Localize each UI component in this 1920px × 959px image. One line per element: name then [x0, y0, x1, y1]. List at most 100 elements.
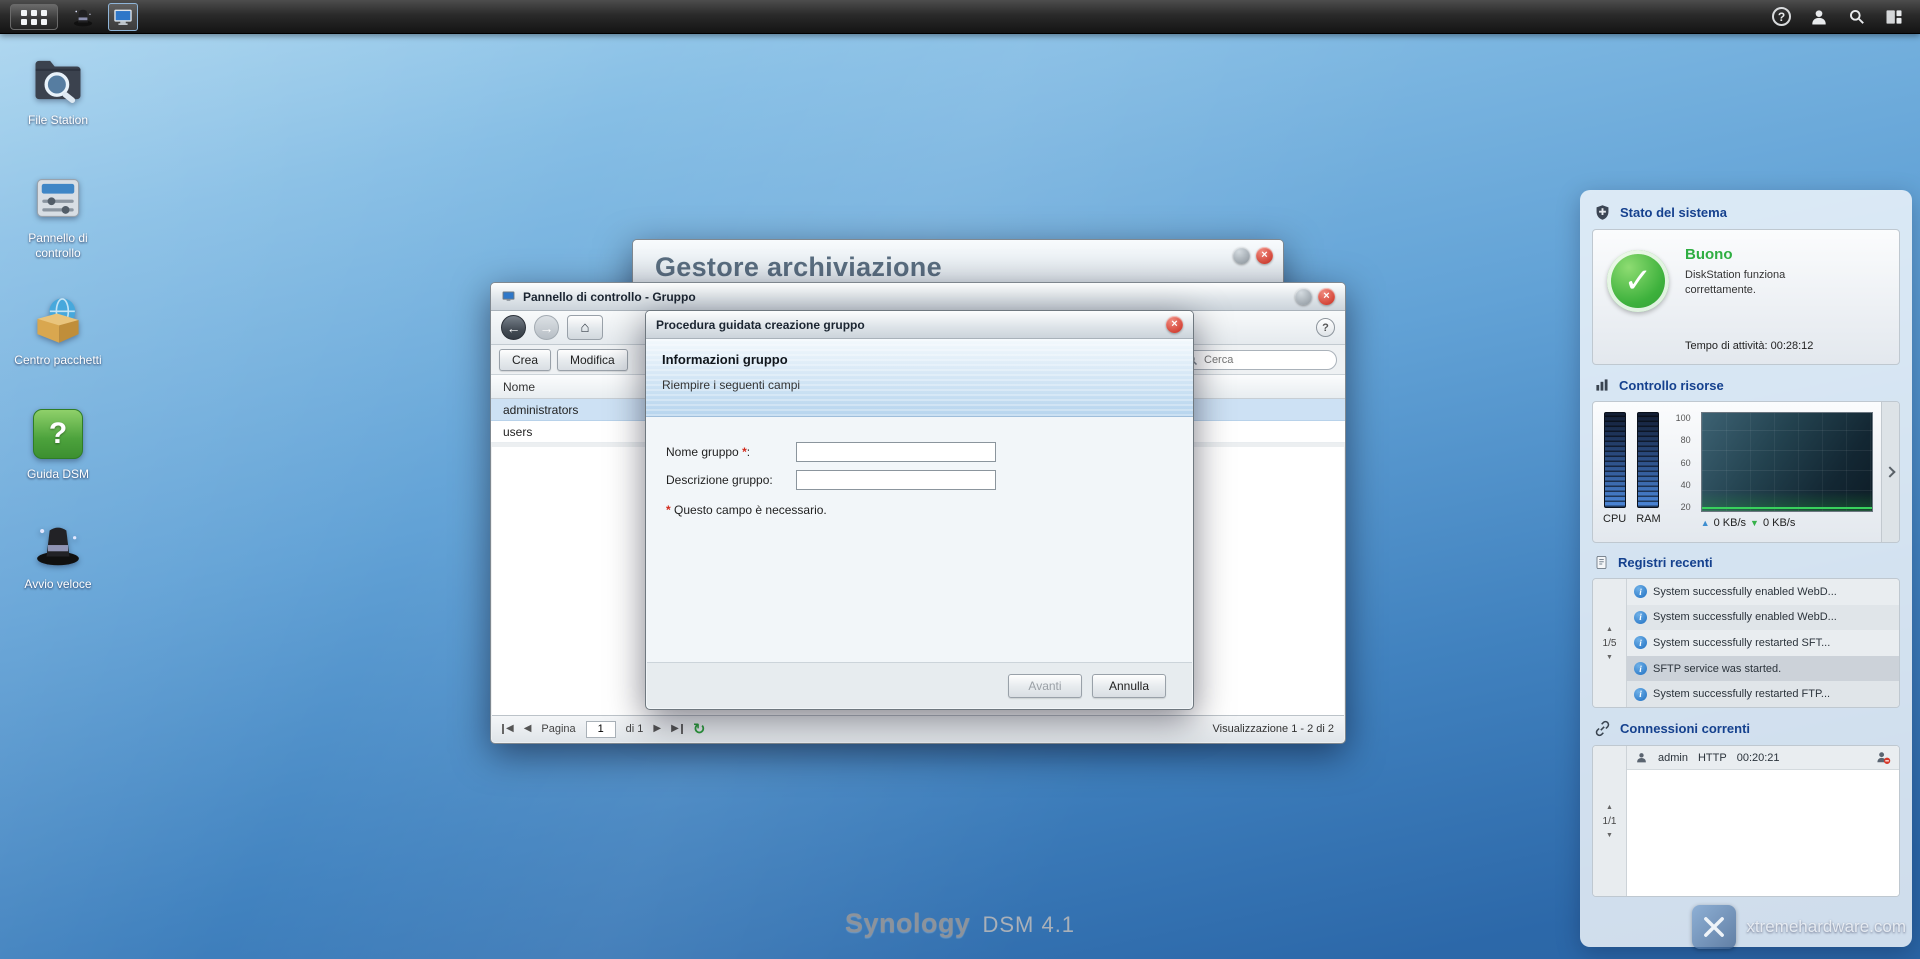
desktop-icon-label: File Station [28, 113, 88, 128]
ram-gauge: RAM [1636, 412, 1660, 534]
resource-expand-button[interactable] [1881, 402, 1899, 542]
user-icon[interactable] [1809, 7, 1829, 27]
link-icon [1594, 720, 1611, 737]
next-page-icon[interactable]: ▶ [653, 724, 661, 734]
section-title: Registri recenti [1618, 555, 1713, 570]
search-input[interactable] [1179, 350, 1337, 370]
desktop-icon-quick-start[interactable]: Avvio veloce [6, 516, 110, 592]
control-panel-titlebar[interactable]: Pannello di controllo - Gruppo × [491, 283, 1345, 311]
close-button[interactable]: × [1166, 316, 1183, 333]
wizard-titlebar[interactable]: Procedura guidata creazione gruppo × [646, 311, 1193, 339]
search-box [1179, 350, 1337, 370]
page-up-icon[interactable]: ▲ [1606, 804, 1613, 811]
cpu-gauge: CPU [1603, 412, 1626, 534]
close-button[interactable]: × [1256, 247, 1273, 264]
create-button[interactable]: Crea [499, 349, 551, 371]
shield-icon [1594, 204, 1611, 221]
disconnect-user-button[interactable] [1876, 750, 1891, 765]
log-row[interactable]: i System successfully restarted FTP... [1627, 681, 1899, 707]
required-field-note: * Questo campo è necessario. [666, 503, 1173, 517]
home-button[interactable]: ⌂ [567, 315, 603, 340]
main-menu-button[interactable] [10, 4, 58, 30]
dsm-help-icon: ? [33, 409, 83, 459]
chevron-right-icon [1884, 466, 1895, 477]
resource-monitor-card: CPU RAM 100 80 60 40 20 ▲ [1592, 401, 1900, 543]
column-name: Nome [503, 380, 535, 394]
status-description: DiskStation funziona correttamente. [1685, 268, 1855, 298]
wizard-footer: Avanti Annulla [647, 662, 1192, 708]
cancel-button[interactable]: Annulla [1092, 674, 1166, 698]
recent-logs-header: Registri recenti [1594, 555, 1898, 570]
page-down-icon[interactable]: ▼ [1606, 654, 1613, 661]
page-input[interactable] [586, 721, 616, 738]
group-name-input[interactable] [796, 442, 996, 462]
search-icon[interactable] [1847, 7, 1866, 26]
desktop-icon-file-station[interactable]: File Station [6, 52, 110, 128]
magic-hat-icon [72, 6, 94, 28]
desktop-icon-control-panel[interactable]: Pannello di controllo [6, 170, 110, 261]
page-of-label: di 1 [626, 723, 644, 735]
desktop-icon-dsm-help[interactable]: ? Guida DSM [6, 406, 110, 482]
magic-hat-icon [33, 519, 83, 569]
control-panel-window-icon [501, 289, 516, 304]
watermark: xtremehardware.com [1692, 905, 1906, 949]
resource-monitor-header: Controllo risorse [1594, 377, 1898, 393]
minimize-button[interactable] [1295, 288, 1312, 305]
refresh-icon[interactable]: ↻ [693, 720, 706, 738]
upload-arrow-icon: ▲ [1701, 518, 1710, 528]
desktop-icon-label: Avvio veloce [24, 577, 91, 592]
section-title: Stato del sistema [1620, 205, 1727, 220]
back-button[interactable]: ← [501, 315, 526, 340]
control-panel-icon [32, 172, 84, 224]
kick-user-icon [1876, 750, 1891, 765]
next-button[interactable]: Avanti [1008, 674, 1082, 698]
help-button[interactable]: ? [1316, 318, 1335, 337]
status-value: Buono [1685, 246, 1732, 263]
prev-page-icon[interactable]: ◀ [524, 724, 532, 734]
group-description-input[interactable] [796, 470, 996, 490]
taskbar-app-storage-manager[interactable] [108, 3, 138, 31]
log-row[interactable]: i System successfully enabled WebD... [1627, 579, 1899, 605]
widgets-panel-icon[interactable] [1884, 7, 1904, 27]
first-page-icon[interactable]: ◀ [502, 724, 514, 734]
minimize-button[interactable] [1233, 247, 1250, 264]
log-document-icon [1594, 555, 1609, 570]
info-icon: i [1634, 636, 1647, 649]
logs-pager: ▲ 1/5 ▼ [1593, 579, 1627, 707]
info-icon: i [1634, 688, 1647, 701]
forward-button[interactable]: → [534, 315, 559, 340]
wizard-heading: Informazioni gruppo [662, 352, 1177, 367]
desktop-icon-label: Centro pacchetti [14, 353, 101, 368]
connection-time: 00:20:21 [1737, 752, 1780, 764]
modify-button[interactable]: Modifica [557, 349, 628, 371]
connections-card: ▲ 1/1 ▼ admin HTTP 00:20:21 [1592, 745, 1900, 897]
close-button[interactable]: × [1318, 288, 1335, 305]
info-icon: i [1634, 585, 1647, 598]
brand-text: Synology [845, 908, 971, 939]
package-center-icon [32, 294, 84, 346]
group-name: administrators [503, 403, 578, 417]
connection-row[interactable]: admin HTTP 00:20:21 [1627, 746, 1899, 770]
recent-logs-card: ▲ 1/5 ▼ i System successfully enabled We… [1592, 578, 1900, 708]
page-up-icon[interactable]: ▲ [1606, 626, 1613, 633]
log-row[interactable]: i SFTP service was started. [1627, 656, 1899, 682]
monitor-icon [112, 6, 134, 28]
connections-pager: ▲ 1/1 ▼ [1593, 746, 1627, 896]
log-row[interactable]: i System successfully enabled WebD... [1627, 605, 1899, 631]
window-title: Pannello di controllo - Gruppo [523, 290, 696, 304]
page-label: Pagina [541, 723, 575, 735]
taskbar-help-icon[interactable]: ? [1772, 7, 1791, 26]
last-page-icon[interactable]: ▶ [671, 724, 683, 734]
user-icon [1635, 751, 1648, 764]
storage-manager-title: Gestore archiviazione [655, 252, 942, 283]
widget-panel: Stato del sistema ✓ Buono DiskStation fu… [1580, 190, 1912, 947]
connection-user: admin [1658, 752, 1688, 764]
desktop-icon-package-center[interactable]: Centro pacchetti [6, 292, 110, 368]
page-down-icon[interactable]: ▼ [1606, 832, 1613, 839]
download-arrow-icon: ▼ [1750, 518, 1759, 528]
graph-scale: 100 80 60 40 20 [1669, 412, 1693, 512]
desktop: ? File Station [0, 0, 1920, 959]
log-row[interactable]: i System successfully restarted SFT... [1627, 630, 1899, 656]
logs-page-indicator: 1/5 [1603, 638, 1617, 649]
taskbar-app-quick-start[interactable] [68, 3, 98, 31]
